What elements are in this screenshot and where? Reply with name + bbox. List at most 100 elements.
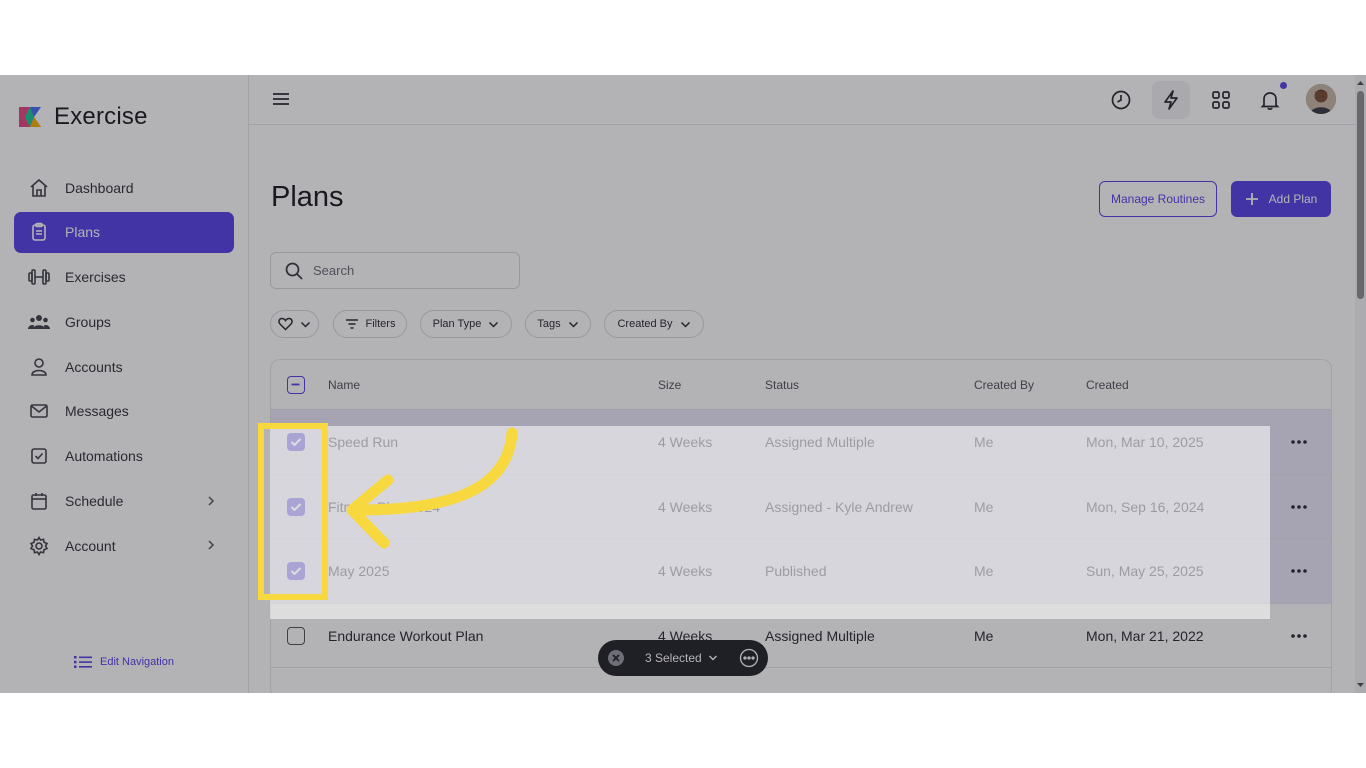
menu-icon[interactable] xyxy=(271,89,291,109)
sidebar-item-automations[interactable]: Automations xyxy=(14,436,234,477)
sidebar-item-label: Messages xyxy=(65,403,129,420)
sidebar-item-label: Automations xyxy=(65,448,143,465)
check-icon xyxy=(290,502,302,511)
column-name[interactable]: Name xyxy=(328,378,360,392)
sidebar-item-label: Account xyxy=(65,537,116,554)
page-title: Plans xyxy=(271,181,344,213)
check-icon xyxy=(290,567,302,576)
mail-icon xyxy=(28,400,50,422)
logo-icon xyxy=(19,107,41,127)
edit-navigation-link[interactable]: Edit Navigation xyxy=(74,655,174,669)
chevron-down-icon[interactable] xyxy=(708,653,718,663)
table-row[interactable]: Speed Run 4 Weeks Assigned Multiple Me M… xyxy=(271,410,1331,475)
chevron-down-icon xyxy=(680,321,690,328)
plan-name[interactable]: Fitness Plan 2024 xyxy=(328,499,440,515)
plan-name[interactable]: May 2025 xyxy=(328,563,389,579)
plan-name[interactable]: Speed Run xyxy=(328,434,398,450)
notification-dot xyxy=(1280,82,1287,89)
created-by-filter[interactable]: Created By xyxy=(604,310,704,338)
clipboard-icon xyxy=(28,221,50,243)
created-by-label: Created By xyxy=(617,318,673,330)
sidebar-item-dashboard[interactable]: Dashboard xyxy=(14,167,234,208)
history-icon[interactable] xyxy=(1109,88,1133,112)
plans-table: Name Size Status Created By Created Spee… xyxy=(270,359,1332,693)
filter-lines-icon xyxy=(345,319,358,329)
more-options-icon[interactable] xyxy=(1289,435,1309,449)
selection-bar: 3 Selected xyxy=(598,640,768,676)
table-row[interactable]: Endurance Workout Plan 4 Weeks Assigned … xyxy=(271,604,1331,668)
column-created[interactable]: Created xyxy=(1086,378,1129,392)
sidebar-item-label: Accounts xyxy=(65,358,123,375)
filters-button[interactable]: Filters xyxy=(333,310,407,338)
lightning-icon[interactable] xyxy=(1159,88,1183,112)
plan-name[interactable]: Endurance Workout Plan xyxy=(328,628,483,644)
table-header: Name Size Status Created By Created xyxy=(271,360,1331,410)
plan-size: 4 Weeks xyxy=(658,434,713,450)
sidebar-item-accounts[interactable]: Accounts xyxy=(14,346,234,387)
add-plan-button[interactable]: Add Plan xyxy=(1231,181,1331,217)
search-icon xyxy=(285,262,303,280)
row-checkbox[interactable] xyxy=(287,626,305,645)
chevron-down-icon xyxy=(489,321,499,328)
gear-icon xyxy=(28,535,50,557)
bell-icon[interactable] xyxy=(1258,88,1282,112)
sidebar-item-account[interactable]: Account xyxy=(14,525,234,566)
scrollbar-thumb[interactable] xyxy=(1357,91,1364,299)
selected-count[interactable]: 3 Selected xyxy=(645,651,702,665)
select-all-checkbox[interactable] xyxy=(287,376,305,394)
clear-selection-icon[interactable] xyxy=(607,649,625,667)
apps-grid-icon[interactable] xyxy=(1209,88,1233,112)
plan-status: Assigned - Kyle Andrew xyxy=(765,498,913,515)
plan-status: Assigned Multiple xyxy=(765,627,875,644)
tags-filter[interactable]: Tags xyxy=(525,310,591,338)
scrollbar[interactable] xyxy=(1355,75,1366,693)
sidebar-item-groups[interactable]: Groups xyxy=(14,301,234,342)
plan-created-by: Me xyxy=(974,498,994,515)
users-icon xyxy=(28,311,50,333)
table-row[interactable]: May 2025 4 Weeks Published Me Sun, May 2… xyxy=(271,539,1331,604)
avatar[interactable] xyxy=(1306,84,1336,114)
list-icon xyxy=(74,656,92,668)
table-row[interactable]: Fitness Plan 2024 4 Weeks Assigned - Kyl… xyxy=(271,474,1331,539)
home-icon xyxy=(28,177,50,199)
plan-created-by: Me xyxy=(974,627,994,644)
sidebar-item-plans[interactable]: Plans xyxy=(14,211,234,253)
row-checkbox[interactable] xyxy=(287,562,305,580)
more-options-icon[interactable] xyxy=(1289,564,1309,578)
sidebar-item-exercises[interactable]: Exercises xyxy=(14,257,234,298)
sidebar-item-label: Exercises xyxy=(65,269,126,286)
heart-icon xyxy=(278,317,293,331)
minus-icon xyxy=(291,383,300,386)
column-size[interactable]: Size xyxy=(658,378,681,392)
plan-type-filter[interactable]: Plan Type xyxy=(420,310,512,338)
sidebar-item-messages[interactable]: Messages xyxy=(14,391,234,432)
row-checkbox[interactable] xyxy=(287,497,305,516)
edit-navigation-label: Edit Navigation xyxy=(100,656,174,668)
search-input[interactable] xyxy=(313,263,503,278)
column-created-by[interactable]: Created By xyxy=(974,378,1034,392)
chevron-right-icon xyxy=(208,496,215,506)
scroll-up-icon[interactable] xyxy=(1355,78,1366,88)
plan-created: Mon, Mar 10, 2025 xyxy=(1086,434,1204,450)
sidebar-item-label: Schedule xyxy=(65,493,124,510)
row-checkbox[interactable] xyxy=(287,433,305,451)
sidebar-nav: Dashboard Plans Exercises Groups Account… xyxy=(14,167,234,570)
scroll-down-icon[interactable] xyxy=(1355,680,1366,690)
more-actions-icon[interactable] xyxy=(739,648,759,668)
favorites-filter[interactable] xyxy=(270,310,319,338)
app-logo[interactable]: Exercise xyxy=(16,103,148,131)
sidebar-item-schedule[interactable]: Schedule xyxy=(14,481,234,522)
sidebar-item-label: Plans xyxy=(65,224,101,241)
plan-size: 4 Weeks xyxy=(658,498,713,515)
plan-type-label: Plan Type xyxy=(432,318,482,330)
chevron-down-icon xyxy=(300,321,311,328)
more-options-icon[interactable] xyxy=(1289,500,1309,514)
more-options-icon[interactable] xyxy=(1289,629,1309,643)
plan-created: Mon, Mar 21, 2022 xyxy=(1086,627,1204,644)
column-status[interactable]: Status xyxy=(765,378,799,392)
plan-created-by: Me xyxy=(974,563,994,579)
check-icon xyxy=(290,438,302,447)
chevron-down-icon xyxy=(568,321,578,328)
chevron-right-icon xyxy=(208,540,215,550)
manage-routines-button[interactable]: Manage Routines xyxy=(1099,181,1217,217)
